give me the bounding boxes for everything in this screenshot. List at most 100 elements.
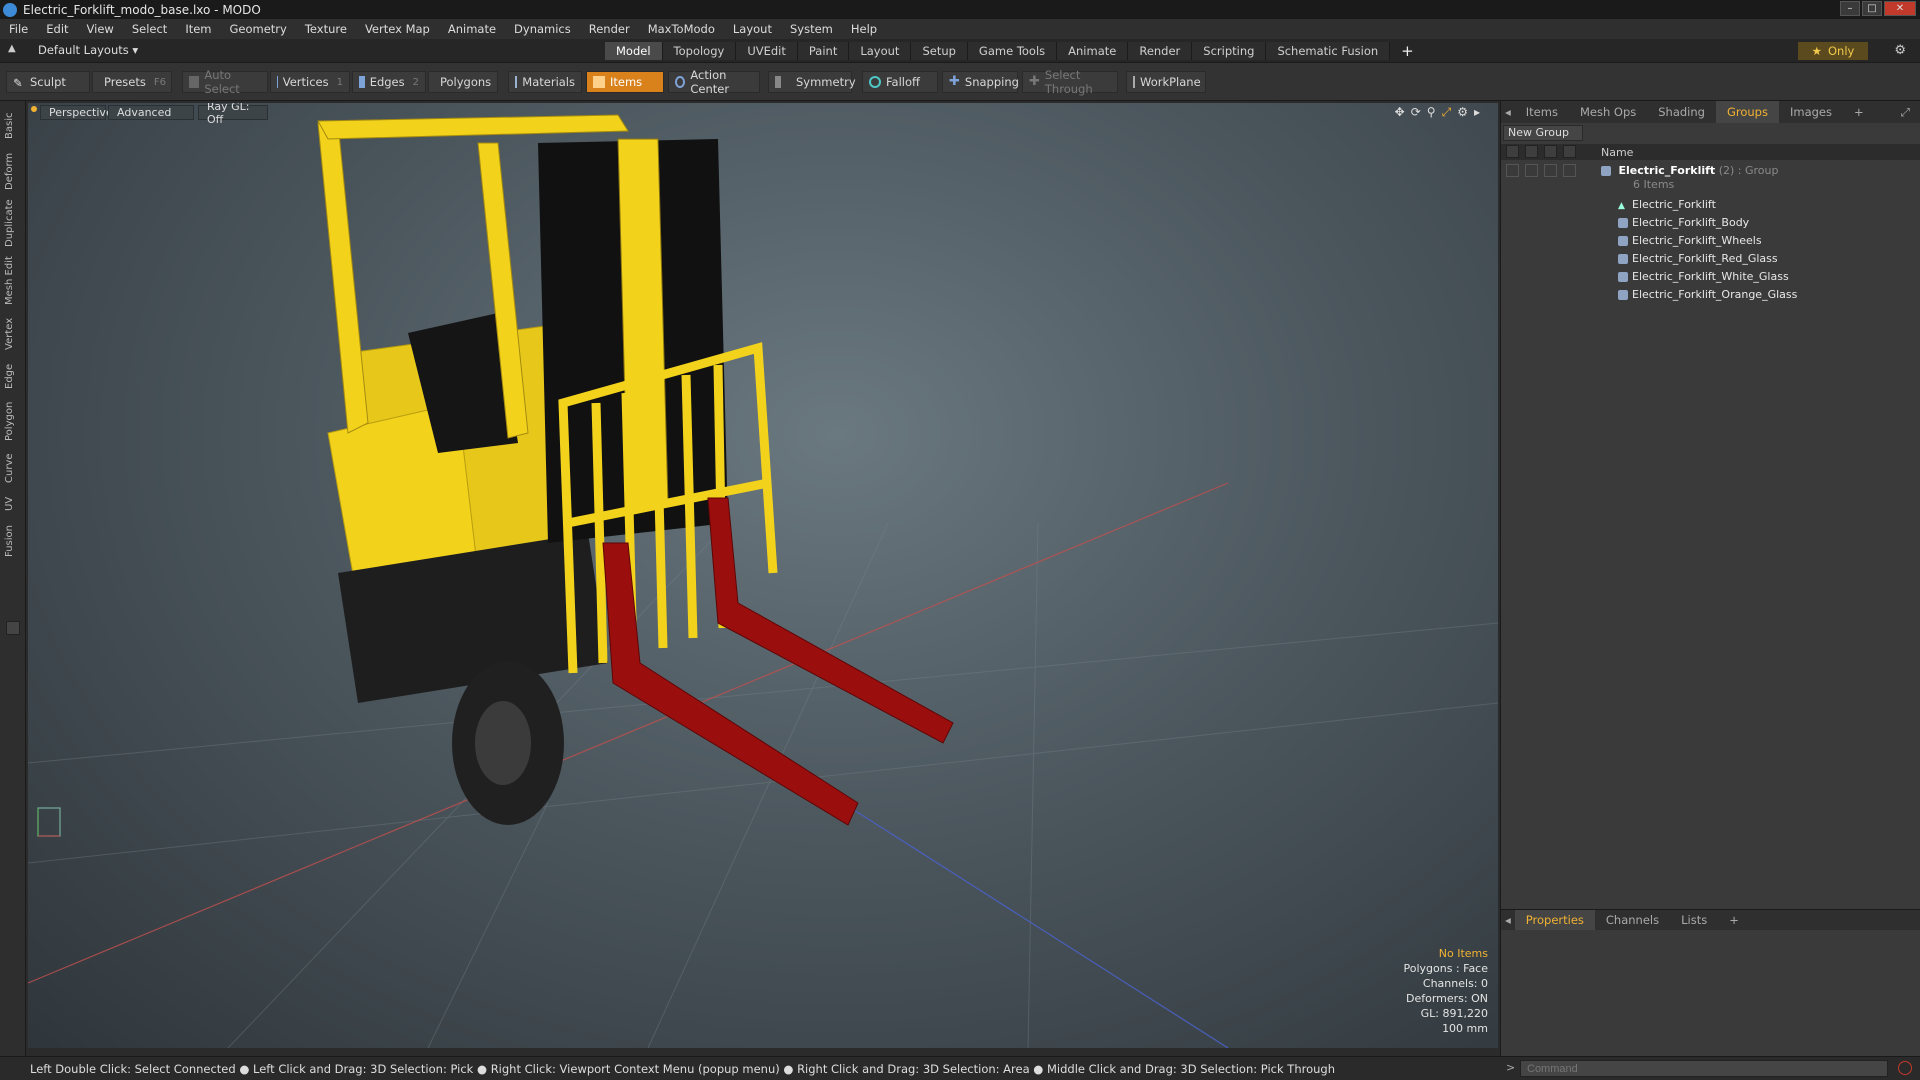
menu-view[interactable]: View	[78, 22, 123, 36]
render-column-icon[interactable]	[1544, 145, 1557, 158]
tab-images[interactable]: Images	[1779, 105, 1843, 119]
falloff-button[interactable]: Falloff	[862, 71, 938, 93]
move-view-icon[interactable]: ✥	[1395, 105, 1405, 120]
tab-items[interactable]: Items	[1515, 105, 1569, 119]
tab-render[interactable]: Render	[1128, 42, 1193, 60]
gear-icon[interactable]: ⚙	[1894, 43, 1906, 58]
close-button[interactable]: ✕	[1884, 1, 1916, 16]
left-tab-deform[interactable]: Deform	[4, 149, 22, 193]
tab-mesh-ops[interactable]: Mesh Ops	[1569, 105, 1647, 119]
tab-schematic-fusion[interactable]: Schematic Fusion	[1266, 42, 1391, 60]
left-tab-basic[interactable]: Basic	[4, 107, 22, 145]
tab-model[interactable]: Model	[605, 42, 663, 60]
panel-expand-icon[interactable]: ⤢	[1890, 105, 1920, 120]
maximize-button[interactable]: □	[1862, 1, 1882, 16]
left-tab-fusion[interactable]: Fusion	[4, 521, 22, 561]
materials-button[interactable]: Materials	[508, 71, 582, 93]
menu-item[interactable]: Item	[176, 22, 220, 36]
menu-vertex-map[interactable]: Vertex Map	[356, 22, 439, 36]
sculpt-button[interactable]: ✎ Sculpt	[6, 71, 90, 93]
edges-button[interactable]: Edges 2	[352, 71, 426, 93]
tab-scripting[interactable]: Scripting	[1192, 42, 1267, 60]
viewport-settings-icon[interactable]: ⚙	[1457, 105, 1468, 120]
default-layouts-dropdown[interactable]: Default Layouts ▾	[38, 43, 138, 57]
minimize-button[interactable]: –	[1840, 1, 1860, 16]
menu-edit[interactable]: Edit	[37, 22, 77, 36]
layout-toggle-icon[interactable]: ▲	[8, 43, 16, 54]
menu-geometry[interactable]: Geometry	[221, 22, 296, 36]
tab-lists[interactable]: Lists	[1670, 913, 1718, 927]
list-item[interactable]: ▲ Electric_Forklift	[1501, 195, 1901, 213]
add-panel-tab-button[interactable]: +	[1843, 105, 1875, 119]
tab-shading[interactable]: Shading	[1647, 105, 1716, 119]
list-item[interactable]: Electric_Forklift_Body	[1501, 213, 1901, 231]
menu-maxtomodo[interactable]: MaxToModo	[639, 22, 724, 36]
menu-file[interactable]: File	[0, 22, 37, 36]
left-tab-curve[interactable]: Curve	[4, 449, 22, 487]
left-tab-duplicate[interactable]: Duplicate	[4, 197, 22, 249]
left-tab-edge[interactable]: Edge	[4, 359, 22, 393]
view-perspective-button[interactable]: Perspective	[40, 105, 113, 120]
presets-button[interactable]: Presets F6	[92, 71, 172, 93]
command-input[interactable]	[1520, 1060, 1888, 1077]
menu-texture[interactable]: Texture	[296, 22, 356, 36]
polygons-button[interactable]: Polygons	[428, 71, 498, 93]
menu-dynamics[interactable]: Dynamics	[505, 22, 580, 36]
list-item[interactable]: Electric_Forklift_White_Glass	[1501, 267, 1901, 285]
lock-column-icon[interactable]	[1525, 145, 1538, 158]
tab-animate[interactable]: Animate	[1057, 42, 1129, 60]
menu-help[interactable]: Help	[842, 22, 886, 36]
name-column-header[interactable]: Name	[1601, 146, 1633, 159]
hud-selection: No Items	[1438, 947, 1488, 960]
tab-setup[interactable]: Setup	[911, 42, 968, 60]
list-item[interactable]: Electric_Forklift_Wheels	[1501, 231, 1901, 249]
rotate-view-icon[interactable]: ⟳	[1411, 105, 1421, 120]
vertices-button[interactable]: Vertices 1	[270, 71, 350, 93]
left-tab-polygon[interactable]: Polygon	[4, 397, 22, 445]
new-group-button[interactable]: New Group	[1503, 125, 1583, 141]
select-column-icon[interactable]	[1563, 145, 1576, 158]
left-tab-uv[interactable]: UV	[4, 491, 22, 517]
viewport-expand-icon[interactable]: ▸	[1474, 105, 1480, 120]
left-tab-vertex[interactable]: Vertex	[4, 313, 22, 355]
panel-collapse-icon[interactable]: ◂	[1501, 105, 1515, 119]
left-strip-toggle[interactable]	[6, 621, 20, 635]
menu-system[interactable]: System	[781, 22, 842, 36]
raygl-toggle[interactable]: Ray GL: Off	[198, 103, 268, 126]
tab-channels[interactable]: Channels	[1595, 913, 1670, 927]
menu-animate[interactable]: Animate	[439, 22, 505, 36]
list-item[interactable]: Electric_Forklift_Red_Glass	[1501, 249, 1901, 267]
tab-paint[interactable]: Paint	[797, 42, 850, 60]
list-item[interactable]: Electric_Forklift_Orange_Glass	[1501, 285, 1901, 303]
zoom-view-icon[interactable]: ⚲	[1427, 105, 1436, 120]
auto-select-button[interactable]: Auto Select	[182, 68, 268, 96]
menu-render[interactable]: Render	[580, 22, 639, 36]
workplane-button[interactable]: WorkPlane	[1126, 71, 1206, 93]
tab-topology[interactable]: Topology	[662, 42, 737, 60]
select-through-button[interactable]: ✚ Select Through	[1022, 68, 1118, 96]
3d-viewport[interactable]: Perspective Advanced Ray GL: Off ✥ ⟳ ⚲ ⤢…	[28, 103, 1498, 1048]
add-props-tab-button[interactable]: +	[1718, 913, 1750, 927]
window-title: Electric_Forklift_modo_base.lxo - MODO	[23, 2, 261, 17]
left-tab-mesh-edit[interactable]: Mesh Edit	[4, 253, 22, 309]
advanced-shading-button[interactable]: Advanced	[108, 105, 194, 120]
only-toggle[interactable]: ★ Only	[1798, 42, 1868, 60]
fit-view-icon[interactable]: ⤢	[1442, 105, 1452, 120]
props-collapse-icon[interactable]: ◂	[1501, 913, 1515, 927]
tab-game-tools[interactable]: Game Tools	[967, 42, 1058, 60]
tab-properties[interactable]: Properties	[1514, 910, 1595, 930]
tab-groups[interactable]: Groups	[1715, 101, 1779, 123]
visibility-column-icon[interactable]	[1506, 145, 1519, 158]
command-history-icon[interactable]	[1898, 1061, 1912, 1075]
add-tab-button[interactable]: +	[1390, 42, 1425, 60]
snapping-button[interactable]: ✚ Snapping	[942, 71, 1019, 93]
menu-layout[interactable]: Layout	[724, 22, 781, 36]
tab-uvedit[interactable]: UVEdit	[736, 42, 798, 60]
viewport-menu-icon[interactable]	[31, 106, 37, 112]
items-button[interactable]: Items	[586, 71, 664, 93]
tab-layout[interactable]: Layout	[849, 42, 912, 60]
menu-select[interactable]: Select	[123, 22, 176, 36]
axis-gizmo	[37, 807, 61, 837]
symmetry-button[interactable]: Symmetry	[768, 71, 856, 93]
action-center-button[interactable]: Action Center	[668, 68, 760, 96]
